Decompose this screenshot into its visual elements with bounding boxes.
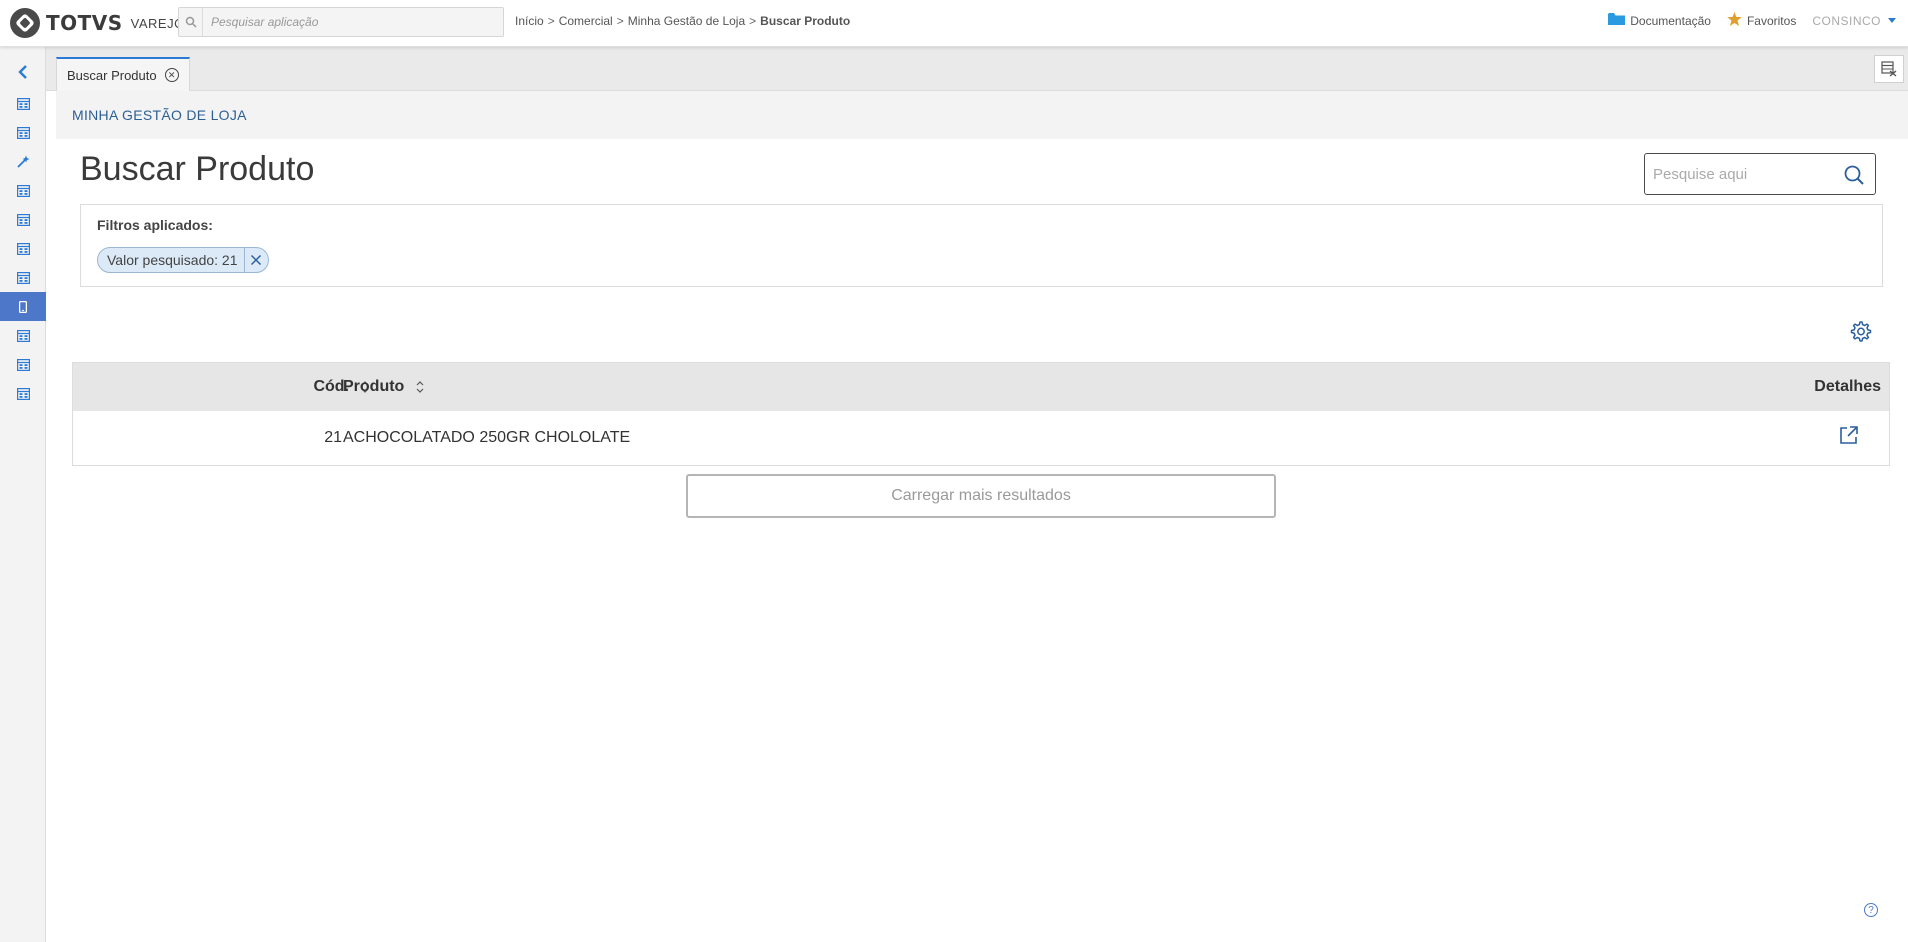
user-name: CONSINCO bbox=[1812, 13, 1881, 28]
favorites-label: Favoritos bbox=[1746, 13, 1797, 28]
chevron-left-icon bbox=[18, 65, 27, 79]
documentation-label: Documentação bbox=[1630, 13, 1711, 28]
folder-icon bbox=[1608, 12, 1626, 29]
logo-text: TOTVS bbox=[46, 11, 123, 35]
cell-cod: 21 bbox=[324, 429, 342, 446]
external-link-icon[interactable] bbox=[1839, 425, 1859, 450]
user-menu[interactable]: CONSINCO bbox=[1812, 14, 1896, 28]
sidebar-item-4[interactable] bbox=[0, 176, 46, 205]
sidebar-item-9[interactable] bbox=[0, 321, 46, 350]
gear-icon[interactable] bbox=[1848, 320, 1872, 344]
column-header-produto[interactable]: Produto bbox=[343, 378, 424, 396]
close-icon bbox=[250, 254, 262, 266]
search-icon[interactable] bbox=[1843, 164, 1865, 191]
sidebar-collapse-button[interactable] bbox=[0, 55, 46, 89]
sort-icon bbox=[416, 380, 424, 394]
breadcrumb-separator: > bbox=[547, 14, 555, 28]
table-icon bbox=[16, 358, 30, 371]
results-table: Cód. Produto Detalhes 21 ACHOCOLATADO 25… bbox=[72, 362, 1890, 466]
mobile-icon bbox=[19, 300, 27, 313]
close-all-tabs-button[interactable] bbox=[1874, 55, 1904, 83]
sidebar-item-5[interactable] bbox=[0, 205, 46, 234]
chevron-down-icon bbox=[1888, 18, 1896, 23]
table-icon bbox=[16, 97, 30, 110]
wand-icon bbox=[16, 155, 30, 168]
help-icon[interactable]: ? bbox=[1864, 903, 1878, 917]
app-search-input[interactable] bbox=[203, 15, 493, 29]
sidebar-item-7[interactable] bbox=[0, 263, 46, 292]
table-icon bbox=[16, 213, 30, 226]
table-icon bbox=[16, 126, 30, 139]
logo-subtitle: VAREJO bbox=[130, 15, 185, 31]
breadcrumb-item-inicio[interactable]: Início bbox=[515, 14, 544, 28]
sidebar-item-6[interactable] bbox=[0, 234, 46, 263]
load-more-button[interactable]: Carregar mais resultados bbox=[686, 474, 1276, 518]
sidebar-item-10[interactable] bbox=[0, 350, 46, 379]
star-icon bbox=[1727, 12, 1742, 29]
documentation-link[interactable]: Documentação bbox=[1608, 12, 1711, 29]
totvs-logo[interactable]: TOTVS VAREJO bbox=[10, 0, 185, 47]
filter-chip: Valor pesquisado: 21 bbox=[97, 247, 269, 273]
module-title: MINHA GESTÃO DE LOJA bbox=[72, 107, 247, 123]
breadcrumb-item-current: Buscar Produto bbox=[760, 14, 851, 28]
breadcrumb: Início > Comercial > Minha Gestão de Loj… bbox=[515, 14, 850, 28]
sidebar-item-8[interactable] bbox=[0, 292, 46, 321]
table-header: Cód. Produto Detalhes bbox=[73, 363, 1889, 411]
module-header: MINHA GESTÃO DE LOJA bbox=[56, 91, 1908, 139]
table-icon bbox=[16, 242, 30, 255]
sidebar-item-3[interactable] bbox=[0, 147, 46, 176]
app-search-box[interactable] bbox=[178, 7, 504, 37]
table-icon bbox=[16, 387, 30, 400]
page-title: Buscar Produto bbox=[80, 150, 315, 188]
breadcrumb-separator: > bbox=[616, 14, 624, 28]
totvs-logo-icon bbox=[10, 8, 40, 38]
top-bar: TOTVS VAREJO Início > Comercial > Minha … bbox=[0, 0, 1908, 47]
tab-buscar-produto[interactable]: Buscar Produto ✕ bbox=[56, 57, 190, 91]
table-icon bbox=[16, 329, 30, 342]
search-icon bbox=[179, 8, 203, 36]
tab-label: Buscar Produto bbox=[67, 67, 157, 83]
close-icon[interactable]: ✕ bbox=[164, 68, 179, 82]
table-row[interactable]: 21 ACHOCOLATADO 250GR CHOLOLATE bbox=[73, 411, 1889, 465]
tab-strip: Buscar Produto ✕ bbox=[46, 47, 1908, 91]
page-search-input[interactable] bbox=[1653, 165, 1843, 183]
favorites-link[interactable]: Favoritos bbox=[1727, 12, 1796, 29]
sidebar-item-2[interactable] bbox=[0, 118, 46, 147]
table-icon bbox=[16, 271, 30, 284]
filter-chip-label: Valor pesquisado: 21 bbox=[107, 252, 238, 268]
page-search-box[interactable] bbox=[1644, 153, 1876, 195]
sidebar-item-11[interactable] bbox=[0, 379, 46, 408]
filters-label: Filtros aplicados: bbox=[97, 217, 213, 233]
applied-filters-panel: Filtros aplicados: Valor pesquisado: 21 bbox=[80, 204, 1883, 287]
remove-filter-button[interactable] bbox=[243, 248, 268, 272]
sidebar bbox=[0, 47, 46, 942]
cell-produto: ACHOCOLATADO 250GR CHOLOLATE bbox=[343, 429, 631, 446]
sidebar-item-1[interactable] bbox=[0, 89, 46, 118]
breadcrumb-item-comercial[interactable]: Comercial bbox=[559, 14, 613, 28]
table-icon bbox=[16, 184, 30, 197]
column-header-detalhes: Detalhes bbox=[1814, 378, 1881, 395]
table-close-icon bbox=[1881, 61, 1897, 77]
breadcrumb-separator: > bbox=[749, 14, 757, 28]
header-actions: Documentação Favoritos CONSINCO bbox=[1608, 12, 1896, 29]
column-header-label: Produto bbox=[343, 378, 405, 395]
breadcrumb-item-minha-gestao[interactable]: Minha Gestão de Loja bbox=[628, 14, 745, 28]
